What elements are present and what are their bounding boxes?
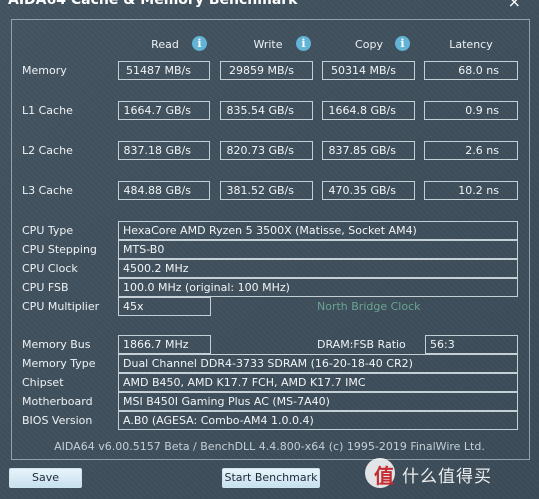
l2-latency-value: 2.6 ns — [424, 141, 518, 160]
memory-bus-label: Memory Bus — [22, 338, 91, 351]
l2-read-value: 837.18 GB/s — [118, 141, 210, 160]
memory-type-value: Dual Channel DDR4-3733 SDRAM (16-20-18-4… — [118, 354, 518, 373]
row-label-l1-cache: L1 Cache — [22, 104, 73, 117]
bios-version-value: A.B0 (AGESA: Combo-AM4 1.0.0.4) — [118, 411, 518, 430]
chipset-label: Chipset — [22, 376, 64, 389]
cpu-stepping-value: MTS-B0 — [118, 240, 518, 259]
motherboard-value: MSI B450I Gaming Plus AC (MS-7A40) — [118, 392, 518, 411]
version-footer: AIDA64 v6.00.5157 Beta / BenchDLL 4.4.80… — [54, 440, 485, 453]
column-header-latency: Latency — [449, 38, 493, 51]
l1-latency-value: 0.9 ns — [424, 101, 518, 120]
cpu-type-label: CPU Type — [22, 224, 74, 237]
cpu-clock-value: 4500.2 MHz — [118, 259, 518, 278]
window-title: AIDA64 Cache & Memory Benchmark — [8, 0, 298, 8]
start-benchmark-button[interactable]: Start Benchmark — [222, 468, 320, 488]
row-label-l3-cache: L3 Cache — [22, 184, 73, 197]
l3-copy-value: 470.35 GB/s — [322, 181, 415, 200]
dram-fsb-ratio-label: DRAM:FSB Ratio — [317, 338, 406, 351]
l3-latency-value: 10.2 ns — [424, 181, 518, 200]
watermark-logo-icon: 值 — [365, 458, 395, 488]
l1-read-value: 1664.7 GB/s — [118, 101, 210, 120]
l1-write-value: 835.54 GB/s — [220, 101, 313, 120]
chipset-value: AMD B450, AMD K17.7 FCH, AMD K17.7 IMC — [118, 373, 518, 392]
l1-copy-value: 1664.8 GB/s — [322, 101, 415, 120]
row-label-l2-cache: L2 Cache — [22, 144, 73, 157]
bios-version-label: BIOS Version — [22, 414, 93, 427]
memory-write-value: 29859 MB/s — [220, 61, 313, 80]
l3-write-value: 381.52 GB/s — [220, 181, 313, 200]
title-bar: AIDA64 Cache & Memory Benchmark × — [0, 0, 539, 14]
copy-info-icon[interactable]: i — [395, 36, 410, 51]
memory-copy-value: 50314 MB/s — [322, 61, 415, 80]
memory-bus-value: 1866.7 MHz — [118, 335, 211, 354]
cpu-multiplier-value: 45x — [118, 297, 211, 316]
cpu-fsb-label: CPU FSB — [22, 281, 69, 294]
watermark-logo-glyph: 值 — [374, 464, 394, 488]
cpu-type-value: HexaCore AMD Ryzen 5 3500X (Matisse, Soc… — [118, 221, 518, 240]
north-bridge-clock-label: North Bridge Clock — [317, 300, 421, 313]
cpu-clock-label: CPU Clock — [22, 262, 78, 275]
dram-fsb-ratio-value: 56:3 — [425, 335, 518, 354]
l2-copy-value: 837.85 GB/s — [322, 141, 415, 160]
cpu-fsb-value: 100.0 MHz (original: 100 MHz) — [118, 278, 518, 297]
motherboard-label: Motherboard — [22, 395, 93, 408]
memory-type-label: Memory Type — [22, 357, 96, 370]
memory-latency-value: 68.0 ns — [424, 61, 518, 80]
read-info-icon[interactable]: i — [192, 36, 207, 51]
l3-read-value: 484.88 GB/s — [118, 181, 210, 200]
write-info-icon[interactable]: i — [296, 36, 311, 51]
watermark-text: 什么值得买 — [402, 467, 492, 487]
cpu-stepping-label: CPU Stepping — [22, 243, 97, 256]
save-button[interactable]: Save — [9, 468, 82, 488]
l2-write-value: 820.73 GB/s — [220, 141, 313, 160]
row-label-memory: Memory — [22, 64, 67, 77]
memory-read-value: 51487 MB/s — [118, 61, 210, 80]
close-icon[interactable]: × — [508, 0, 521, 11]
cpu-multiplier-label: CPU Multiplier — [22, 300, 100, 313]
